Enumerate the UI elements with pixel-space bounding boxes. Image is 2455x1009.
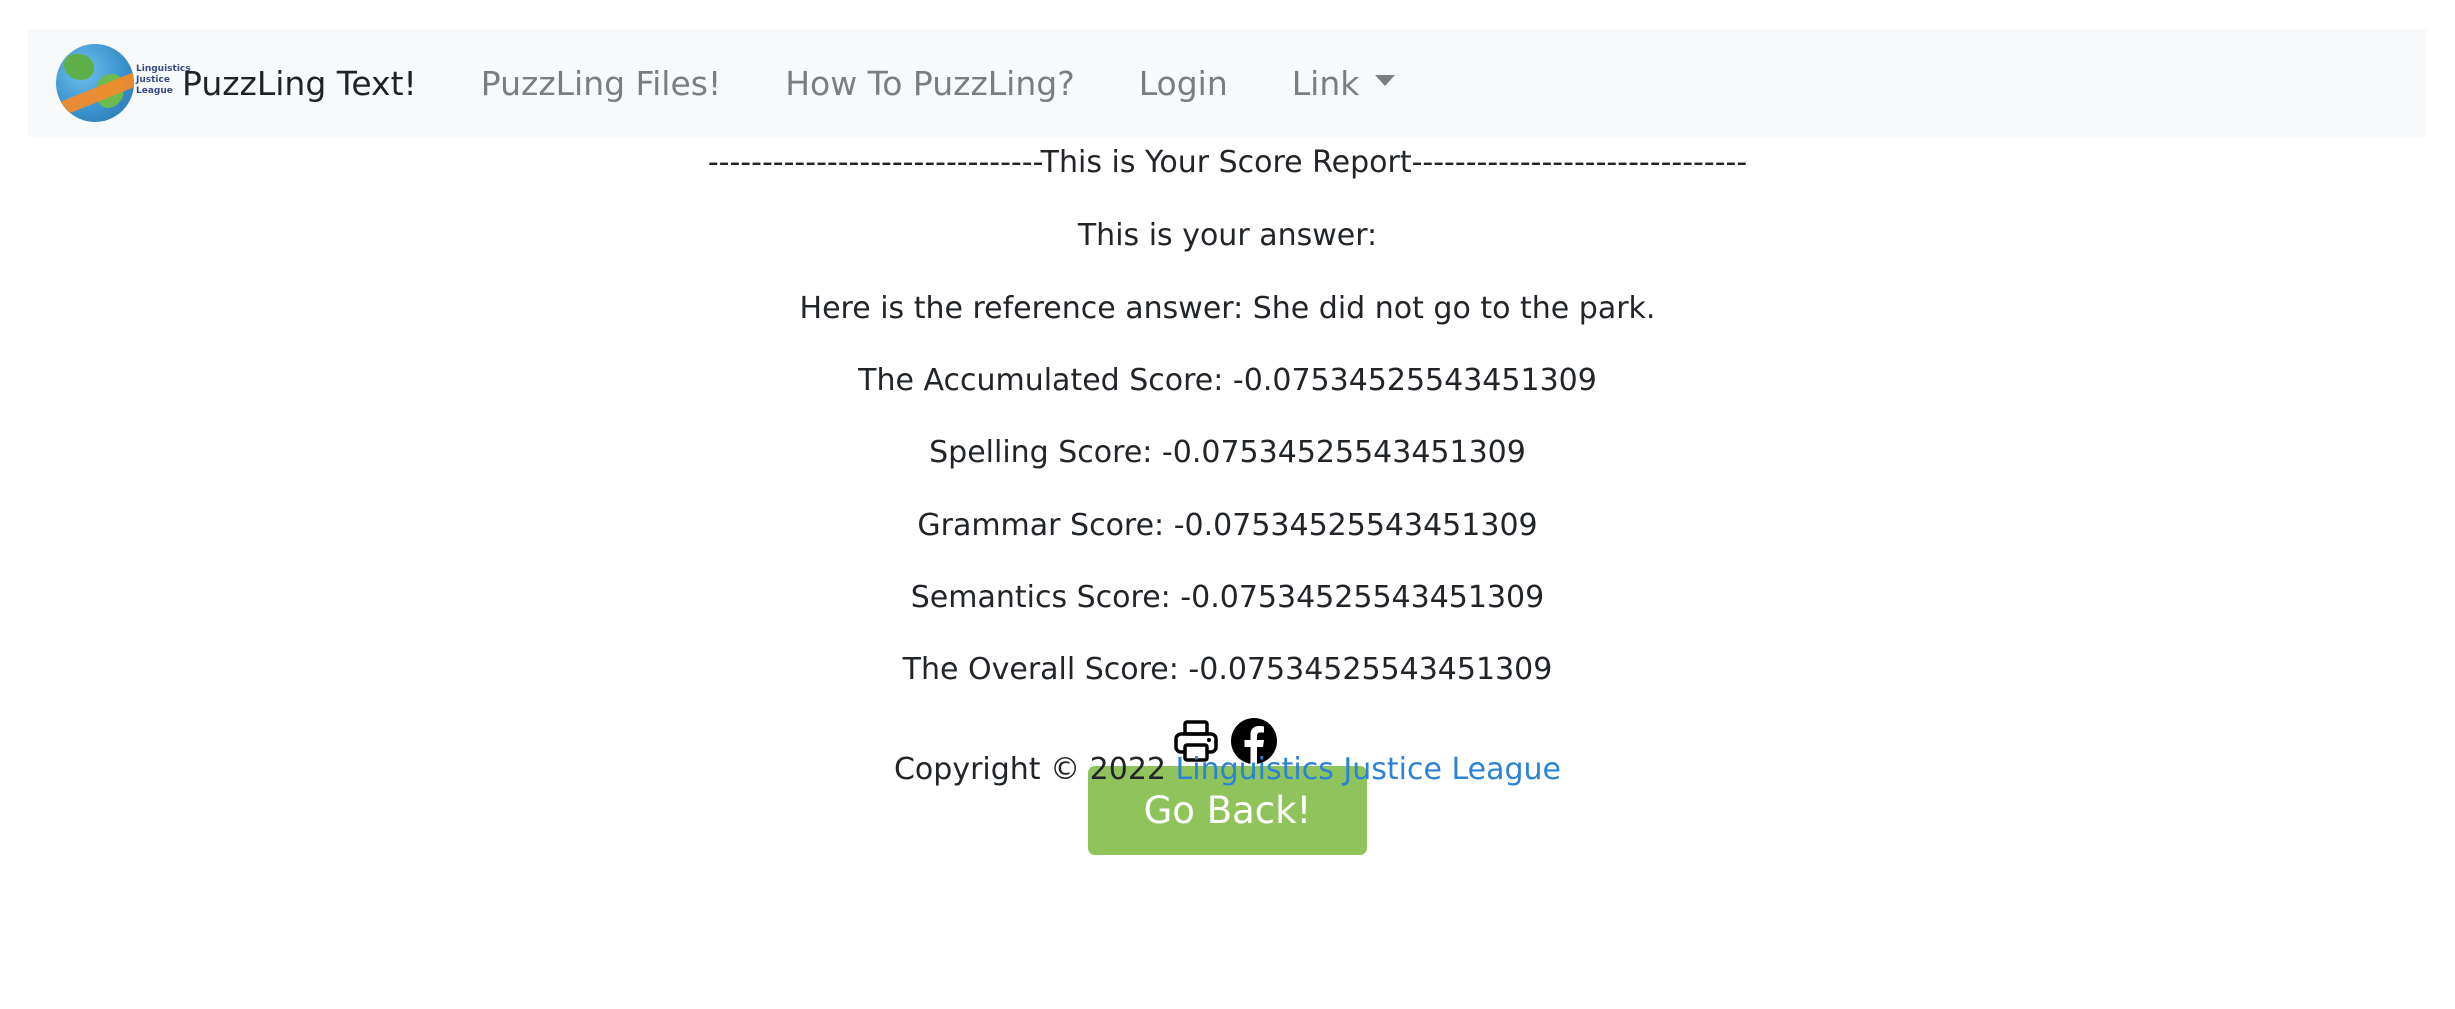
report-header: -------------------------------This is Y…: [707, 145, 1748, 180]
nav-link-dropdown-label: Link: [1291, 64, 1360, 103]
semantics-score: Semantics Score: -0.07534525543451309: [910, 580, 1545, 615]
footer: Copyright © 2022 Linguistics Justice Lea…: [0, 748, 2455, 792]
nav-links: PuzzLing Files! How To PuzzLing? Login L…: [481, 64, 1460, 103]
spelling-score: Spelling Score: -0.07534525543451309: [929, 435, 1526, 470]
brand-name[interactable]: PuzzLing Text!: [182, 64, 417, 103]
caret-down-icon: [1375, 75, 1396, 86]
top-navbar: Linguistics Justice League PuzzLing Text…: [28, 30, 2427, 137]
copyright-text: Copyright © 2022: [893, 752, 1176, 787]
accumulated-score: The Accumulated Score: -0.07534525543451…: [858, 363, 1597, 398]
brand-link[interactable]: Linguistics Justice League PuzzLing Text…: [56, 43, 417, 124]
your-answer: This is your answer:: [1077, 218, 1378, 253]
overall-score: The Overall Score: -0.07534525543451309: [902, 652, 1553, 687]
footer-link-linguistics-justice-league[interactable]: Linguistics Justice League: [1176, 752, 1561, 787]
grammar-score: Grammar Score: -0.07534525543451309: [917, 508, 1538, 543]
linguistics-justice-league-logo: Linguistics Justice League: [56, 43, 191, 124]
nav-link-dropdown[interactable]: Link: [1292, 64, 1396, 103]
nav-link-how-to-puzzling[interactable]: How To PuzzLing?: [785, 64, 1075, 103]
nav-link-puzzling-files[interactable]: PuzzLing Files!: [481, 64, 721, 103]
nav-link-login[interactable]: Login: [1139, 64, 1228, 103]
reference-answer: Here is the reference answer: She did no…: [799, 291, 1656, 326]
